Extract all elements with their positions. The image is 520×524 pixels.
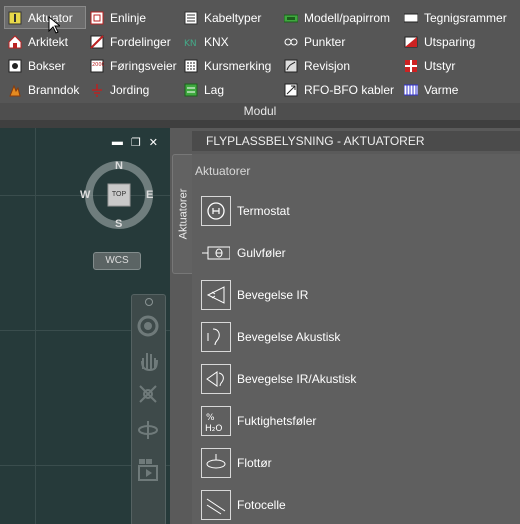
bokser-button[interactable]: Bokser <box>4 54 86 77</box>
viewport-window-controls: ▬ ❐ ✕ <box>112 136 158 149</box>
photocell-icon <box>201 490 231 520</box>
thermostat-icon <box>201 196 231 226</box>
aktuator-button[interactable]: Aktuator <box>4 6 86 29</box>
kursmerking-button[interactable]: Kursmerking <box>180 54 280 77</box>
fordelinger-button[interactable]: Fordelinger <box>86 30 180 53</box>
ribbon-group-label: Modul <box>0 103 520 120</box>
showmotion-icon[interactable] <box>137 457 159 483</box>
single-line-icon <box>90 11 104 25</box>
svg-text:%: % <box>206 413 215 423</box>
rfo-bfo-cables-icon <box>284 83 298 97</box>
architect-icon <box>8 34 22 49</box>
foringsveier-button[interactable]: 2000 Føringsveier <box>86 54 180 77</box>
boxes-icon <box>8 59 22 73</box>
wcs-menu-button[interactable]: WCS <box>93 252 141 270</box>
compass-south[interactable]: S <box>115 218 122 230</box>
tool-bevegelse-ir-akustisk[interactable]: Bevegelse IR/Akustisk <box>201 362 356 396</box>
grounding-icon <box>90 83 104 97</box>
tool-termostat[interactable]: Termostat <box>201 194 290 228</box>
navbar-grip[interactable] <box>145 298 153 306</box>
humidity-sensor-icon: % H₂O <box>201 406 231 436</box>
enlinje-button[interactable]: Enlinje <box>86 6 180 29</box>
utstyr-button[interactable]: Utstyr <box>400 54 512 77</box>
lag-button[interactable]: Lag <box>180 78 280 101</box>
tool-bevegelse-ir[interactable]: Bevegelse IR <box>201 278 308 312</box>
zoom-extents-icon[interactable] <box>137 383 159 405</box>
rfo-bfo-kabler-button[interactable]: RFO-BFO kabler <box>280 78 400 101</box>
branndok-button[interactable]: Branndok <box>4 78 86 101</box>
fire-doc-icon <box>8 83 22 97</box>
tool-palette: FLYPLASSBELYSNING - AKTUATORER Aktuatore… <box>170 128 520 524</box>
ribbon-panel: Aktuator Enlinje Kabeltyper Modell/papir… <box>0 0 520 121</box>
varme-button[interactable]: Varme <box>400 78 512 101</box>
palette-section-label: Aktuatorer <box>195 164 251 178</box>
svg-text:KN: KN <box>184 39 197 49</box>
cable-types-icon <box>184 11 198 25</box>
recess-icon <box>404 35 418 49</box>
revisjon-button[interactable]: Revisjon <box>280 54 400 77</box>
compass-north[interactable]: N <box>115 160 123 172</box>
motion-acoustic-icon <box>201 322 231 352</box>
svg-text:H₂O: H₂O <box>205 424 222 433</box>
orbit-icon[interactable] <box>137 419 159 441</box>
drawing-frame-icon <box>404 11 418 25</box>
distribution-icon <box>90 34 104 49</box>
steering-wheel-icon[interactable] <box>137 315 159 337</box>
svg-text:2000: 2000 <box>92 62 104 68</box>
compass-east[interactable]: E <box>146 189 153 201</box>
tool-fuktighetsfoler[interactable]: % H₂O Fuktighetsføler <box>201 404 316 438</box>
compass-west[interactable]: W <box>80 189 90 201</box>
motion-ir-acoustic-icon <box>201 364 231 394</box>
tool-bevegelse-akustisk[interactable]: Bevegelse Akustisk <box>201 320 340 354</box>
arkitekt-button[interactable]: Arkitekt <box>4 30 86 53</box>
restore-icon[interactable]: ❐ <box>131 136 141 149</box>
palette-tab-aktuatorer[interactable]: Aktuatorer <box>172 154 193 274</box>
actuator-icon <box>8 11 22 25</box>
minimize-icon[interactable]: ▬ <box>112 136 123 149</box>
kabeltyper-button[interactable]: Kabeltyper <box>180 6 280 29</box>
modell-papirrom-button[interactable]: Modell/papirrom <box>280 6 400 29</box>
heating-icon <box>404 83 418 97</box>
layers-icon <box>184 83 198 97</box>
ribbon-separator <box>0 120 520 128</box>
tegnigsrammer-button[interactable]: Tegnigsrammer <box>400 6 512 29</box>
equipment-icon <box>404 59 418 73</box>
model-paper-space-icon <box>284 11 298 25</box>
viewcube[interactable]: TOP N S E W <box>80 158 156 232</box>
palette-body: Aktuatorer Termostat Gulvføler Bevegelse… <box>192 154 520 524</box>
punkter-button[interactable]: Punkter <box>280 30 400 53</box>
grid-line <box>35 128 36 524</box>
drawing-viewport[interactable]: ▬ ❐ ✕ TOP N S E W WCS <box>0 128 170 524</box>
tool-fotocelle[interactable]: Fotocelle <box>201 488 286 522</box>
navigation-bar <box>131 294 166 524</box>
cable-route-icon: 2000 <box>90 59 104 73</box>
palette-title[interactable]: FLYPLASSBELYSNING - AKTUATORER <box>192 131 520 151</box>
tool-flottor[interactable]: Flottør <box>201 446 272 480</box>
jording-button[interactable]: Jording <box>86 78 180 101</box>
motion-ir-icon <box>201 280 231 310</box>
floor-sensor-icon <box>201 238 231 268</box>
knx-icon: KN <box>184 35 198 49</box>
mouse-cursor-icon <box>48 16 60 34</box>
float-icon <box>201 448 231 478</box>
close-icon[interactable]: ✕ <box>149 136 158 149</box>
points-icon <box>284 35 298 49</box>
pan-hand-icon[interactable] <box>138 349 158 371</box>
utsparing-button[interactable]: Utsparing <box>400 30 512 53</box>
ribbon-button-grid: Aktuator Enlinje Kabeltyper Modell/papir… <box>4 6 512 102</box>
circuit-marking-icon <box>184 59 198 73</box>
tool-gulvfoler[interactable]: Gulvføler <box>201 236 286 270</box>
viewcube-top-face[interactable]: TOP <box>108 191 130 198</box>
knx-button[interactable]: KN KNX <box>180 30 280 53</box>
revision-icon <box>284 59 298 73</box>
